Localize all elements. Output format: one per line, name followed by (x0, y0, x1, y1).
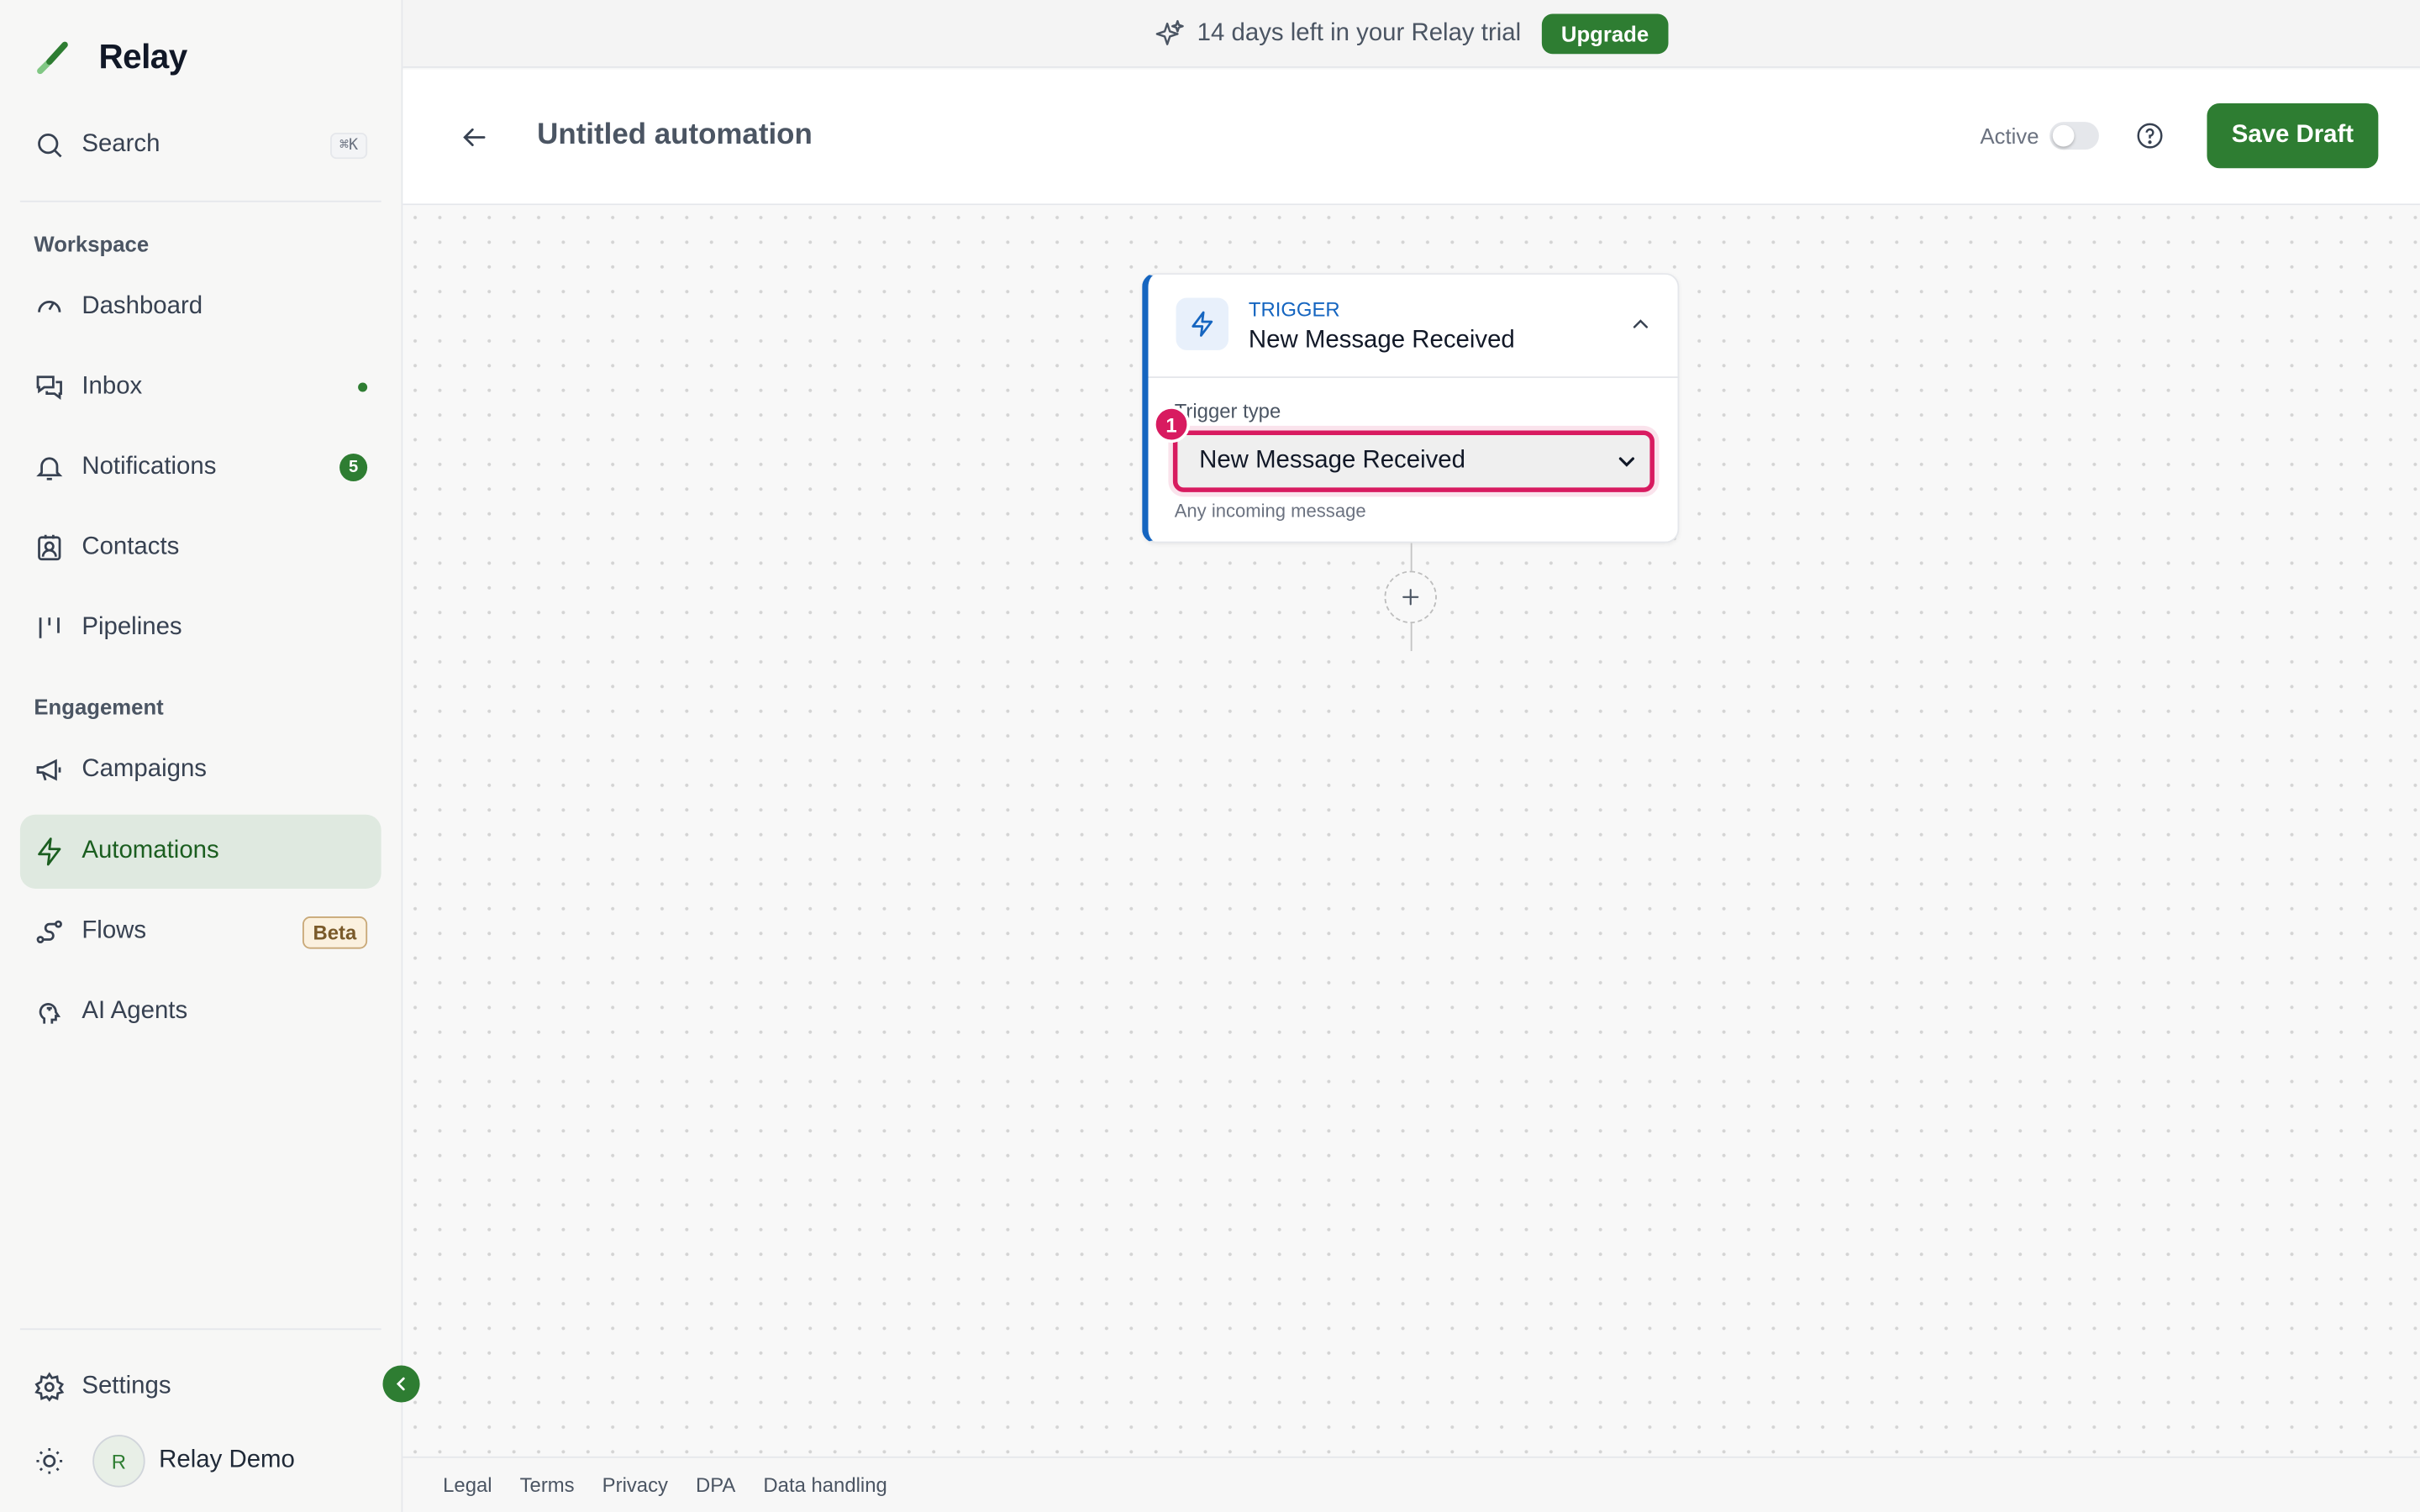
pipelines-icon (39, 617, 60, 638)
sidebar-item-label: Automations (82, 837, 219, 864)
save-draft-button[interactable]: Save Draft (2207, 103, 2379, 169)
footer-link-terms[interactable]: Terms (520, 1473, 575, 1497)
trial-banner-text: 14 days left in your Relay trial (1197, 18, 1522, 46)
sidebar-item-label: Notifications (82, 453, 217, 480)
toggle-knob (2052, 124, 2075, 147)
beta-badge: Beta (302, 916, 368, 948)
sidebar-item-dashboard[interactable]: Dashboard (20, 270, 381, 344)
collapse-sidebar-button[interactable] (382, 1365, 420, 1403)
brand[interactable]: Relay (34, 34, 187, 80)
avatar[interactable]: R (92, 1435, 145, 1488)
relay-logo-icon (37, 41, 68, 75)
megaphone-icon (36, 759, 61, 781)
upgrade-button[interactable]: Upgrade (1541, 13, 1670, 54)
trigger-type-select[interactable]: New Message Received (1172, 430, 1655, 492)
section-label-workspace: Workspace (34, 231, 150, 256)
chevron-up-icon[interactable] (1628, 312, 1653, 336)
brand-name: Relay (98, 37, 188, 76)
trigger-title: New Message Received (1248, 327, 1515, 354)
page-title[interactable]: Untitled automation (537, 118, 813, 152)
trial-banner: 14 days left in your Relay trial Upgrade (402, 0, 2420, 68)
trigger-card-divider (1148, 376, 1680, 378)
sidebar-item-contacts[interactable]: Contacts (20, 511, 381, 585)
editor-header: Untitled automation Active Save Draft (402, 69, 2420, 206)
user-name: Relay Demo (159, 1446, 295, 1474)
bell-icon (36, 457, 63, 480)
section-label-engagement: Engagement (34, 694, 164, 719)
gauge-icon (38, 301, 61, 312)
sidebar-item-label: Flows (82, 917, 147, 945)
sidebar-item-notifications[interactable]: Notifications 5 (20, 430, 381, 504)
sidebar-divider (19, 1328, 381, 1331)
trigger-icon-wrap (1176, 297, 1229, 350)
sidebar-item-flows[interactable]: Flows Beta (20, 895, 381, 969)
active-label: Active (1980, 123, 2039, 149)
trigger-kicker: TRIGGER (1248, 297, 1340, 322)
connector-line (1410, 543, 1413, 571)
bolt-icon (1192, 311, 1213, 337)
sidebar-item-inbox[interactable]: Inbox (20, 350, 381, 424)
trigger-type-label: Trigger type (1174, 399, 1281, 423)
sidebar-divider (19, 200, 381, 202)
sidebar-item-label: AI Agents (82, 998, 188, 1025)
gear-icon (34, 1372, 65, 1402)
footer-link-dpa[interactable]: DPA (696, 1473, 735, 1497)
active-toggle[interactable] (2049, 122, 2099, 150)
search-shortcut: ⌘K (329, 132, 368, 159)
trigger-card[interactable]: TRIGGER New Message Received Trigger typ… (1142, 273, 1680, 543)
footer-link-legal[interactable]: Legal (443, 1473, 492, 1497)
contact-card-icon (38, 534, 61, 561)
trigger-type-value: New Message Received (1199, 447, 1466, 474)
help-icon[interactable] (2134, 120, 2165, 151)
footer-link-privacy[interactable]: Privacy (602, 1473, 668, 1497)
unread-dot (358, 382, 368, 392)
user-menu[interactable]: R Relay Demo (34, 1433, 295, 1488)
add-step-button[interactable] (1384, 570, 1437, 624)
connector-line (1410, 623, 1413, 652)
notifications-count-badge: 5 (339, 453, 368, 482)
theme-toggle-icon[interactable] (34, 1446, 65, 1477)
agent-icon (39, 1003, 61, 1024)
footer: Legal Terms Privacy DPA Data handling (402, 1456, 2420, 1512)
sidebar-item-automations[interactable]: Automations (19, 814, 381, 889)
sidebar-item-settings[interactable]: Settings (20, 1350, 381, 1424)
flows-icon (36, 920, 62, 943)
sidebar-item-campaigns[interactable]: Campaigns (20, 732, 381, 806)
bolt-icon (38, 837, 61, 866)
sidebar-item-label: Campaigns (82, 755, 208, 783)
back-arrow-icon[interactable] (458, 122, 489, 153)
sidebar-item-label: Settings (82, 1373, 171, 1399)
footer-link-data-handling[interactable]: Data handling (763, 1473, 886, 1497)
chevron-down-icon (1618, 457, 1634, 467)
sidebar-item-label: Contacts (82, 533, 180, 560)
search-label: Search (82, 131, 160, 158)
search-icon (38, 134, 62, 158)
sparkles-icon (1155, 18, 1184, 45)
sidebar-item-label: Inbox (82, 373, 143, 400)
sidebar-item-pipelines[interactable]: Pipelines (20, 591, 381, 664)
trigger-type-hint: Any incoming message (1174, 500, 1366, 522)
sidebar-item-label: Dashboard (82, 292, 203, 320)
sidebar: Relay Search ⌘K Workspace Dashboard Inbo… (0, 0, 403, 1512)
plus-icon (1402, 589, 1419, 606)
inbox-icon (36, 375, 62, 401)
step-marker: 1 (1153, 406, 1191, 444)
chevron-left-icon (396, 1377, 405, 1391)
sidebar-item-label: Pipelines (82, 614, 182, 641)
search-button[interactable]: Search ⌘K (20, 114, 381, 176)
sidebar-item-ai-agents[interactable]: AI Agents (20, 975, 381, 1049)
automation-canvas[interactable]: TRIGGER New Message Received Trigger typ… (402, 205, 2420, 1457)
app-root: Relay Search ⌘K Workspace Dashboard Inbo… (0, 0, 2420, 1512)
